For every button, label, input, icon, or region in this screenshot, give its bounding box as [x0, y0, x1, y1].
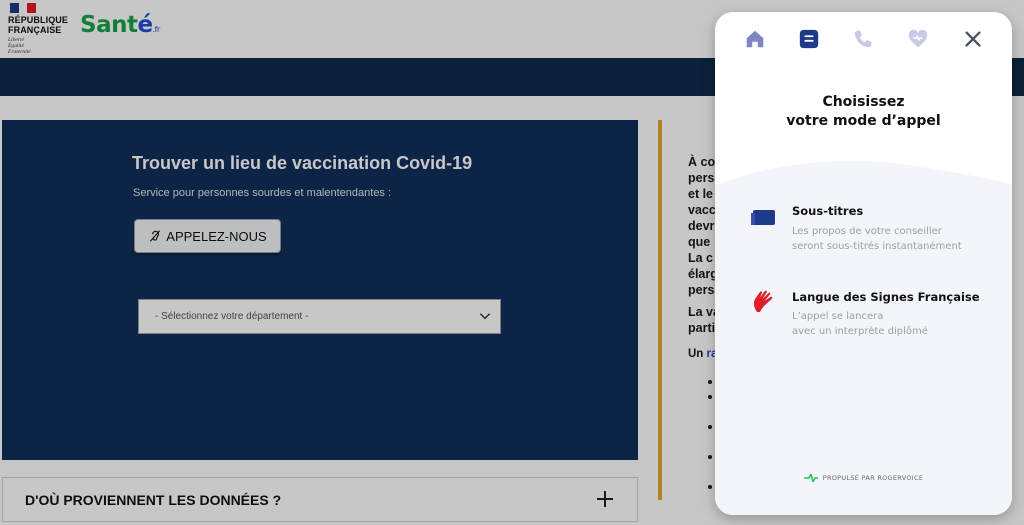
- powered-by-rogervoice[interactable]: PROPULSÉ PAR ROGERVOICE: [715, 474, 1012, 482]
- widget-title: Choisissez votre mode d’appel: [786, 94, 941, 129]
- sign-language-hand-icon: [753, 290, 773, 312]
- home-icon[interactable]: [744, 28, 766, 50]
- widget-wave-divider: [715, 160, 1012, 194]
- subtitles-mode-icon[interactable]: [798, 28, 820, 50]
- subtitles-option[interactable]: Sous-titres Les propos de votre conseill…: [715, 198, 1012, 260]
- heart-icon[interactable]: [907, 28, 929, 50]
- sign-language-option-desc: L’appel se lancera avec un interprète di…: [792, 311, 928, 337]
- sign-language-option[interactable]: Langue des Signes Française L’appel se l…: [715, 284, 1012, 346]
- phone-icon[interactable]: [852, 28, 874, 50]
- powered-by-label: PROPULSÉ PAR ROGERVOICE: [822, 474, 924, 482]
- subtitles-icon: [751, 210, 775, 225]
- close-icon[interactable]: [962, 28, 984, 50]
- subtitles-option-title: Sous-titres: [792, 204, 864, 218]
- call-mode-widget: Choisissez votre mode d’appel Sous-titre…: [715, 12, 1012, 515]
- subtitles-option-desc: Les propos de votre conseiller seront so…: [792, 226, 962, 252]
- sign-language-option-title: Langue des Signes Française: [792, 290, 980, 304]
- rogervoice-logo-icon: [803, 474, 818, 482]
